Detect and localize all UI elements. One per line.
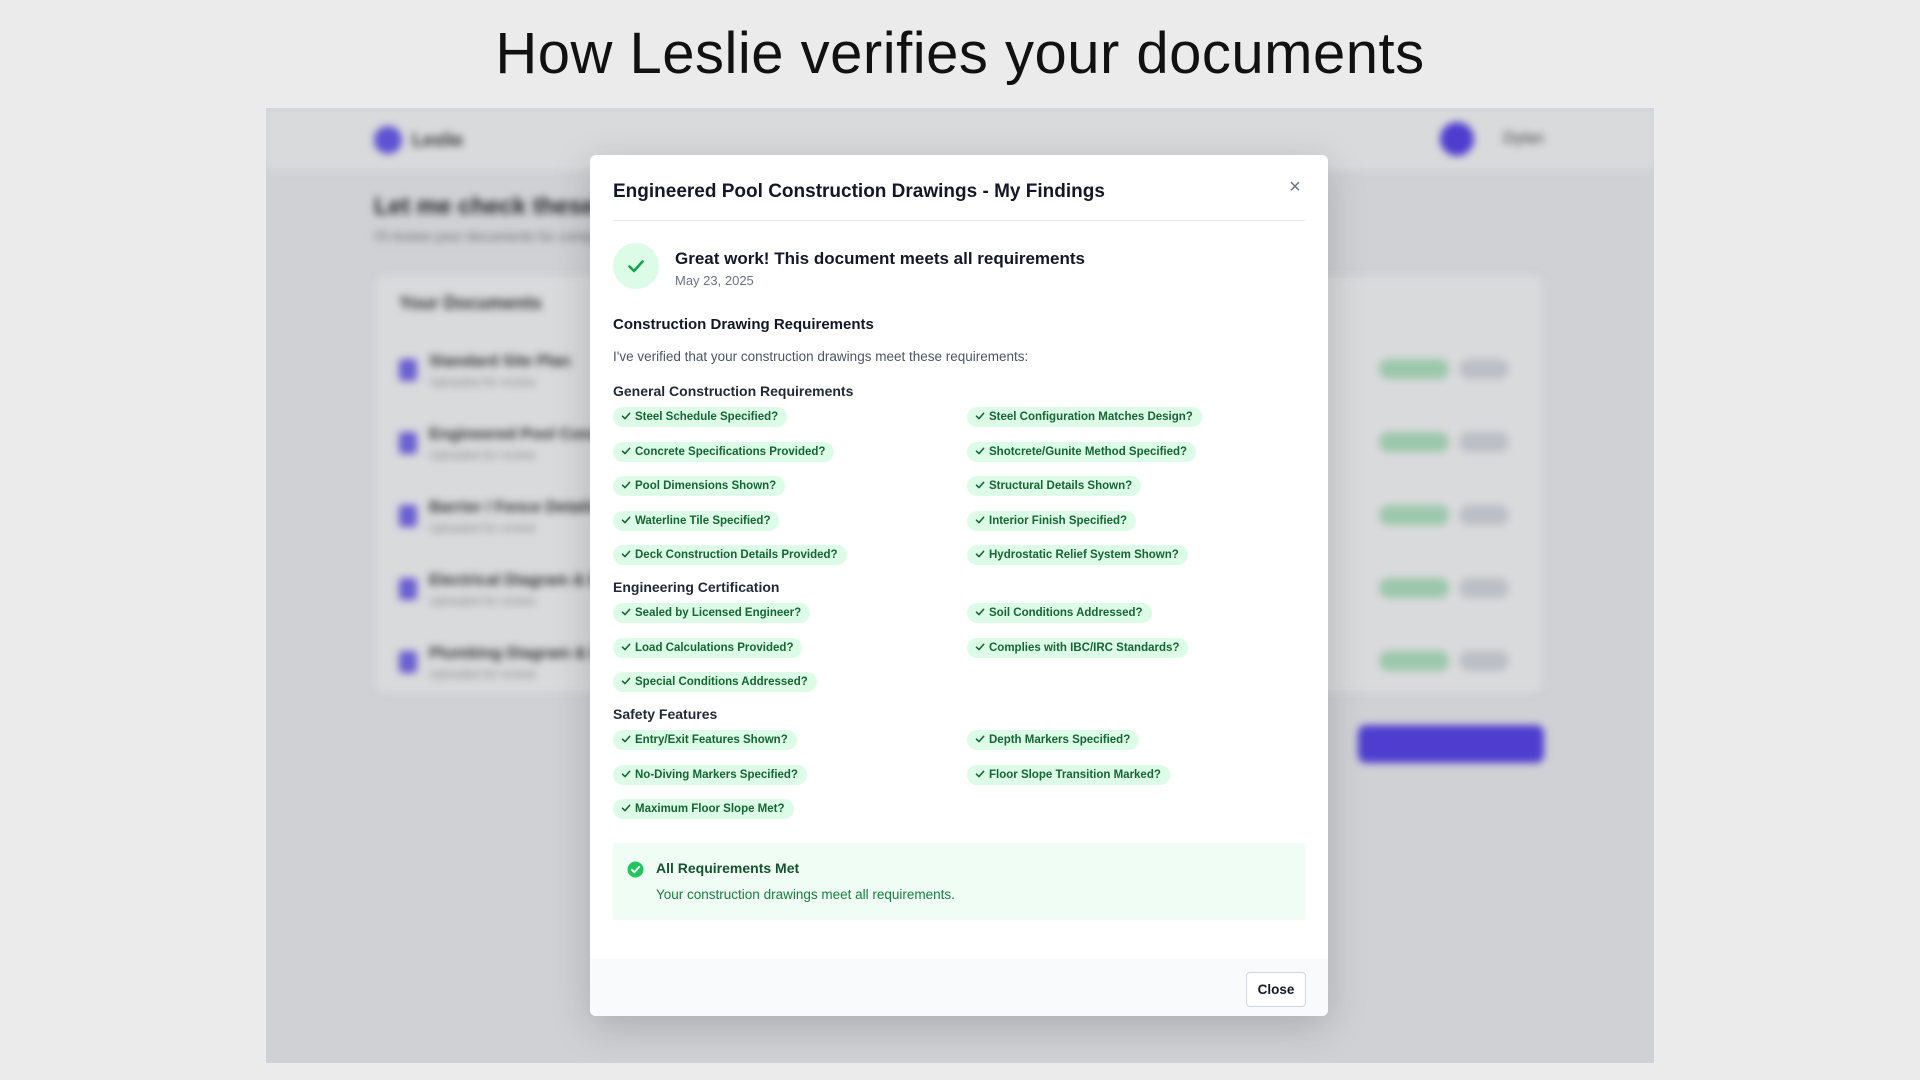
status-title: Great work! This document meets all requ… (675, 249, 1086, 268)
check-icon (621, 643, 631, 651)
requirement-label: Soil Conditions Addressed? (989, 607, 1143, 619)
requirement-label: Complies with IBC/IRC Standards? (989, 642, 1180, 654)
status-date: May 23, 2025 (675, 273, 754, 288)
intro-text: I've verified that your construction dra… (613, 349, 1029, 364)
requirement-pill: Shotcrete/Gunite Method Specified? (967, 442, 1197, 462)
requirement-pill: Complies with IBC/IRC Standards? (967, 638, 1189, 658)
check-icon (621, 481, 631, 489)
check-icon (975, 412, 985, 420)
requirement-pill: Concrete Specifications Provided? (613, 442, 835, 462)
check-icon (975, 643, 985, 651)
requirement-pill: Floor Slope Transition Marked? (967, 765, 1170, 785)
requirement-label: Pool Dimensions Shown? (635, 480, 777, 492)
requirement-label: Maximum Floor Slope Met? (635, 803, 785, 815)
requirement-pill: Special Conditions Addressed? (613, 672, 817, 692)
check-icon (621, 550, 631, 558)
requirement-pill: Deck Construction Details Provided? (613, 545, 847, 565)
check-circle-icon (627, 861, 644, 878)
check-icon (975, 608, 985, 616)
modal-footer: Close (590, 959, 1328, 1016)
requirement-pill: Entry/Exit Features Shown? (613, 730, 797, 750)
requirement-pill: Interior Finish Specified? (967, 511, 1137, 531)
close-button[interactable]: Close (1246, 972, 1306, 1007)
requirement-label: Concrete Specifications Provided? (635, 446, 826, 458)
group-title-engineering: Engineering Certification (613, 579, 780, 595)
check-icon (975, 770, 985, 778)
check-icon (975, 550, 985, 558)
requirement-pill: Load Calculations Provided? (613, 638, 803, 658)
check-icon (621, 412, 631, 420)
requirement-pill: Steel Schedule Specified? (613, 407, 788, 427)
requirement-label: Steel Configuration Matches Design? (989, 411, 1193, 423)
summary-text: Your construction drawings meet all requ… (656, 887, 955, 902)
findings-modal: Engineered Pool Construction Drawings - … (590, 155, 1328, 1016)
check-icon (621, 608, 631, 616)
requirement-label: Waterline Tile Specified? (635, 515, 771, 527)
check-icon (621, 770, 631, 778)
requirement-label: Entry/Exit Features Shown? (635, 734, 788, 746)
requirement-pill: Depth Markers Specified? (967, 730, 1140, 750)
requirement-pill: Maximum Floor Slope Met? (613, 799, 794, 819)
check-icon (975, 447, 985, 455)
requirement-label: Deck Construction Details Provided? (635, 549, 838, 561)
group-title-safety: Safety Features (613, 706, 718, 722)
check-icon (621, 516, 631, 524)
requirement-label: Floor Slope Transition Marked? (989, 769, 1161, 781)
summary-title: All Requirements Met (656, 860, 800, 876)
check-icon (621, 677, 631, 685)
requirement-label: Hydrostatic Relief System Shown? (989, 549, 1179, 561)
requirement-label: Load Calculations Provided? (635, 642, 794, 654)
requirement-label: Depth Markers Specified? (989, 734, 1131, 746)
requirement-label: Structural Details Shown? (989, 480, 1133, 492)
requirement-pill: Soil Conditions Addressed? (967, 603, 1152, 623)
requirement-pill: Steel Configuration Matches Design? (967, 407, 1202, 427)
requirement-pill: Hydrostatic Relief System Shown? (967, 545, 1188, 565)
requirement-label: Interior Finish Specified? (989, 515, 1128, 527)
requirement-label: No-Diving Markers Specified? (635, 769, 798, 781)
check-icon (975, 516, 985, 524)
close-icon[interactable]: × (1285, 177, 1305, 197)
check-icon (613, 243, 659, 289)
requirement-label: Steel Schedule Specified? (635, 411, 779, 423)
requirement-pill: Structural Details Shown? (967, 476, 1142, 496)
page-headline: How Leslie verifies your documents (495, 21, 1425, 86)
check-icon (975, 735, 985, 743)
check-icon (621, 735, 631, 743)
section-heading: Construction Drawing Requirements (613, 316, 874, 333)
requirement-label: Sealed by Licensed Engineer? (635, 607, 802, 619)
requirement-pill: Pool Dimensions Shown? (613, 476, 786, 496)
requirement-pill: Waterline Tile Specified? (613, 511, 780, 531)
modal-title: Engineered Pool Construction Drawings - … (613, 181, 1105, 202)
modal-header: Engineered Pool Construction Drawings - … (613, 155, 1305, 221)
check-icon (621, 447, 631, 455)
requirement-pill: Sealed by Licensed Engineer? (613, 603, 811, 623)
requirement-label: Special Conditions Addressed? (635, 676, 808, 688)
check-icon (621, 804, 631, 812)
check-icon (975, 481, 985, 489)
status-header: Great work! This document meets all requ… (613, 243, 1305, 293)
summary-alert: All Requirements Met Your construction d… (613, 843, 1305, 920)
requirement-pill: No-Diving Markers Specified? (613, 765, 807, 785)
requirement-label: Shotcrete/Gunite Method Specified? (989, 446, 1188, 458)
group-title-general: General Construction Requirements (613, 383, 854, 399)
